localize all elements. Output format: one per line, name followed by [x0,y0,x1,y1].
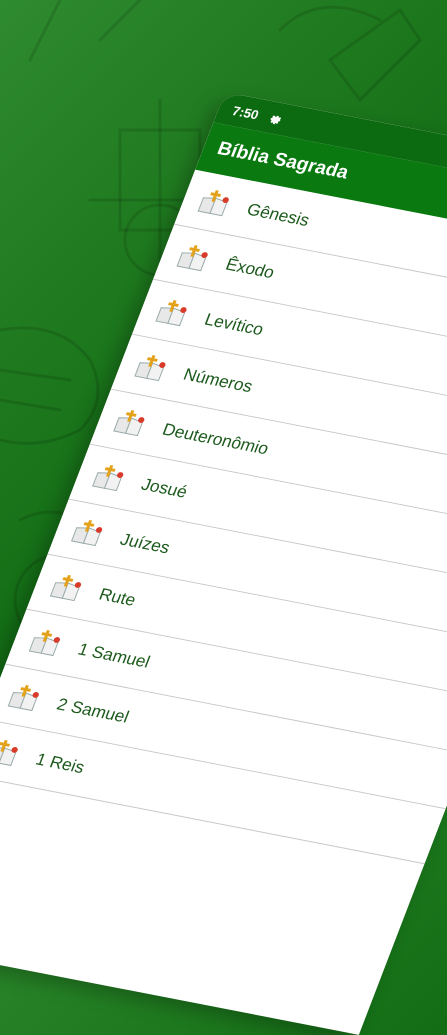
book-label: Gênesis [244,199,313,230]
book-label: Rute [96,584,139,610]
book-list: Gênesis Êxodo Levítico Números Deuteronô… [0,169,447,865]
bible-cross-icon [0,739,18,766]
bible-cross-icon [92,464,124,491]
bible-cross-icon [197,189,230,216]
book-label: Josué [138,474,191,502]
book-label: Levítico [202,309,267,339]
book-label: 1 Samuel [75,639,153,672]
book-label: Deuteronômio [159,419,272,458]
bible-cross-icon [7,684,40,711]
bible-cross-icon [176,244,208,271]
status-time: 7:50 [230,102,262,122]
bible-cross-icon [113,409,145,436]
gear-icon[interactable] [268,111,285,126]
bible-cross-icon [134,354,166,381]
phone-screen: 7:50 Bíblia Sagrada Gênesis Êxodo Levíti… [0,92,447,1035]
book-label: Juízes [117,529,173,557]
bible-cross-icon [50,574,82,601]
bible-cross-icon [28,629,61,656]
book-label: Números [181,364,256,396]
book-label: 1 Reis [33,749,88,777]
book-label: Êxodo [223,254,278,282]
bible-cross-icon [71,519,103,546]
bible-cross-icon [155,299,187,326]
book-label: 2 Samuel [54,694,132,727]
